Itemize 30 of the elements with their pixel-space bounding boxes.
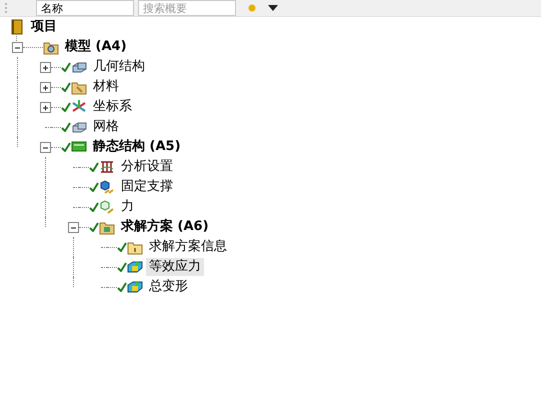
name-field[interactable]: 名称 bbox=[36, 0, 134, 16]
expand-toggle[interactable] bbox=[40, 62, 50, 72]
grip-icon[interactable] bbox=[4, 1, 8, 15]
search-field[interactable]: 搜索概要 bbox=[138, 0, 236, 16]
expand-toggle[interactable] bbox=[40, 82, 50, 92]
tree-item[interactable]: 几何结构 bbox=[90, 58, 148, 76]
cube-icon bbox=[127, 259, 143, 275]
tree-item[interactable]: 静态结构 (A5) bbox=[90, 138, 184, 156]
tree-item[interactable]: 项目 bbox=[28, 18, 60, 36]
expand-toggle[interactable] bbox=[40, 102, 50, 112]
cube-icon bbox=[99, 199, 115, 215]
tree-item[interactable]: 求解方案 (A6) bbox=[118, 218, 212, 236]
book-icon bbox=[9, 19, 25, 35]
tree-item[interactable]: 材料 bbox=[90, 78, 122, 96]
tree-item[interactable]: 模型 (A4) bbox=[62, 38, 130, 56]
dropdown-caret-icon[interactable] bbox=[268, 5, 278, 11]
tree-item[interactable]: 力 bbox=[118, 198, 137, 216]
tree-item[interactable]: 网格 bbox=[90, 118, 122, 136]
tree-item[interactable]: 分析设置 bbox=[118, 158, 176, 176]
grid-icon bbox=[99, 159, 115, 175]
tree-item[interactable]: 总变形 bbox=[146, 278, 191, 296]
cube-icon bbox=[99, 179, 115, 195]
cube-icon bbox=[127, 279, 143, 295]
tree-item[interactable]: 坐标系 bbox=[90, 98, 135, 116]
collapse-toggle[interactable] bbox=[40, 142, 50, 152]
tree-item[interactable]: 等效应力 bbox=[146, 258, 204, 276]
collapse-toggle[interactable] bbox=[12, 42, 22, 52]
tree-item[interactable]: 求解方案信息 bbox=[146, 238, 230, 256]
tree-item[interactable]: 固定支撑 bbox=[118, 178, 176, 196]
collapse-toggle[interactable] bbox=[68, 222, 78, 232]
